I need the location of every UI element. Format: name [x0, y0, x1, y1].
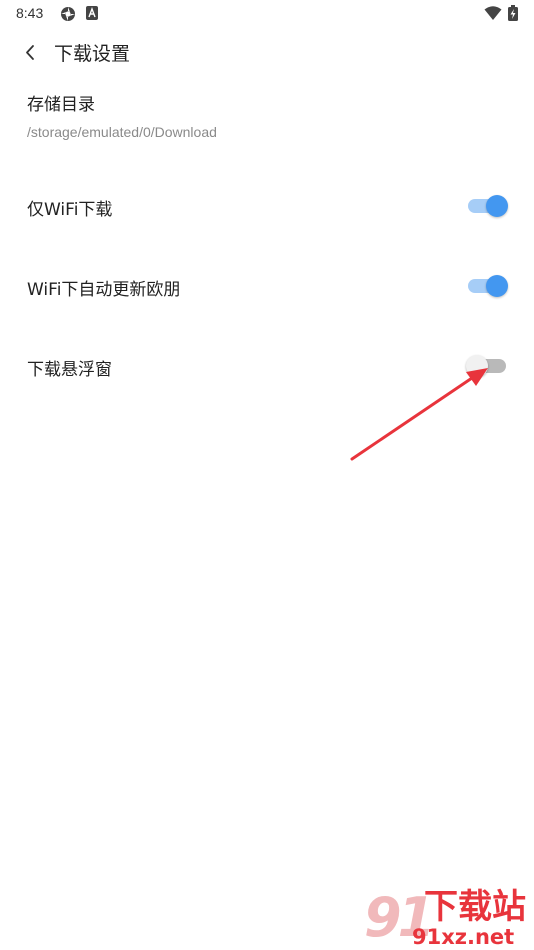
a-badge-icon	[86, 6, 100, 20]
setting-wifi-only-download: 仅WiFi下载	[0, 175, 534, 235]
setting-label: WiFi下自动更新欧朋	[27, 280, 181, 300]
back-button[interactable]	[18, 38, 44, 66]
status-time: 8:43	[16, 5, 44, 21]
header: 下载设置	[0, 34, 534, 70]
setting-wifi-auto-update: WiFi下自动更新欧朋	[0, 255, 534, 315]
watermark-title: 下载站	[424, 887, 526, 927]
toggle-knob	[486, 275, 508, 297]
page-title: 下载设置	[54, 43, 131, 65]
wifi-only-download-toggle[interactable]	[466, 195, 508, 217]
watermark-domain: 91xz.net	[412, 925, 515, 949]
wifi-icon	[484, 5, 502, 20]
app-notification-icon	[60, 6, 75, 21]
setting-label: 仅WiFi下载	[27, 200, 113, 220]
storage-directory-item[interactable]: 存储目录 /storage/emulated/0/Download	[0, 84, 534, 150]
setting-label: 下载悬浮窗	[27, 360, 112, 380]
watermark-logo: 91 下载站 91xz.net	[364, 887, 532, 949]
storage-directory-title: 存储目录	[27, 95, 95, 115]
download-floating-window-toggle[interactable]	[466, 355, 508, 377]
chevron-left-icon	[26, 45, 34, 60]
battery-charging-icon	[508, 5, 522, 21]
toggle-knob	[486, 195, 508, 217]
wifi-auto-update-toggle[interactable]	[466, 275, 508, 297]
status-bar: 8:43	[0, 0, 534, 28]
storage-directory-path: /storage/emulated/0/Download	[27, 124, 217, 140]
toggle-knob	[466, 355, 488, 377]
setting-download-floating-window: 下载悬浮窗	[0, 335, 534, 395]
